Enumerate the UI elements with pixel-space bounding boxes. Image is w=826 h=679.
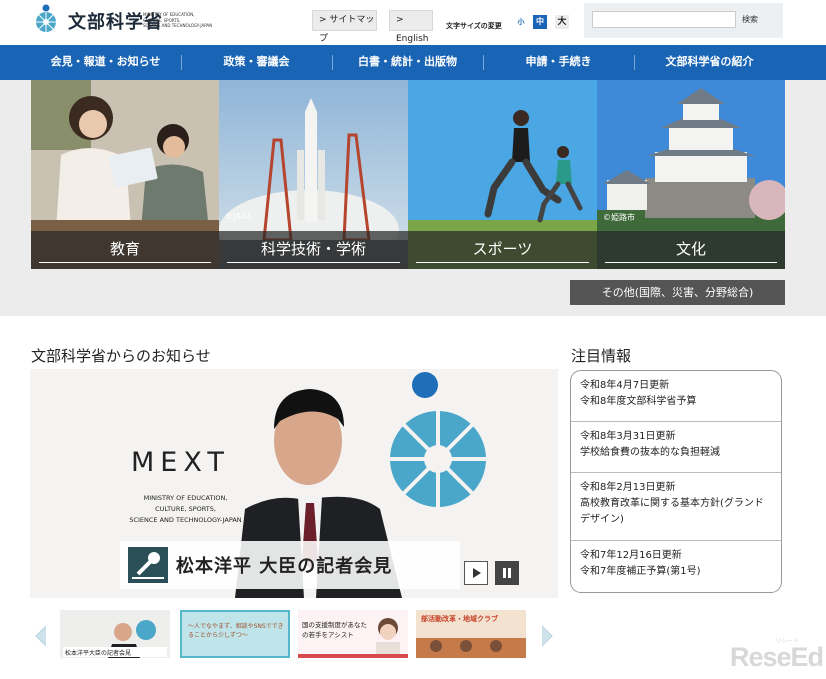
carousel-thumb-consult[interactable]: ～人でなやまず、相談やSNSでできることから少しずつ～: [180, 610, 290, 658]
font-size-small-button[interactable]: 小: [514, 15, 528, 29]
carousel-next-arrow-icon[interactable]: [540, 624, 554, 648]
focus-list: 令和8年4月7日更新 令和8年度文部科学省予算 令和8年3月31日更新 学校給食…: [570, 370, 782, 593]
play-icon: [473, 568, 481, 578]
focus-item-link[interactable]: 令和8年度文部科学省予算: [580, 394, 772, 410]
focus-item-link[interactable]: 令和7年度補正予算(第1号): [580, 564, 772, 580]
focus-item[interactable]: 令和8年2月13日更新 高校教育改革に関する基本方針(グランドデザイン): [571, 473, 781, 535]
news-section-title: 文部科学省からのお知らせ: [31, 347, 211, 365]
english-link[interactable]: > English: [389, 10, 433, 44]
tile-culture[interactable]: ©姫路市 文化: [597, 80, 785, 269]
press-title: 松本洋平 大臣の記者会見: [176, 556, 393, 577]
tile-label: 文化: [597, 231, 785, 269]
thumb-caption: 松本洋平大臣の記者会見: [65, 650, 132, 657]
microphone-icon: [128, 547, 168, 583]
play-button[interactable]: [464, 561, 488, 585]
logo-subtitle: MINISTRY OF EDUCATION, CULTURE, SPORTS, …: [143, 12, 213, 28]
nav-item-procedures[interactable]: 申請・手続き: [483, 45, 634, 80]
focus-item[interactable]: 令和8年3月31日更新 学校給食費の抜本的な負担軽減: [571, 422, 781, 468]
pause-icon: [503, 568, 511, 578]
font-size-medium-button[interactable]: 中: [533, 15, 547, 29]
global-nav: 会見・報道・お知らせ 政策・審議会 白書・統計・出版物 申請・手続き 文部科学省…: [0, 45, 826, 80]
mext-subtitle: MINISTRY OF EDUCATION, CULTURE, SPORTS, …: [129, 494, 242, 524]
focus-section-title: 注目情報: [571, 347, 632, 365]
font-size-large-button[interactable]: 大: [555, 15, 569, 29]
nav-item-about[interactable]: 文部科学省の紹介: [634, 45, 785, 80]
news-carousel-slide[interactable]: MEXT MINISTRY OF EDUCATION, CULTURE, SPO…: [30, 369, 558, 598]
search-button[interactable]: 検索: [739, 11, 761, 28]
site-logo[interactable]: 文部科学省 MINISTRY OF EDUCATION, CULTURE, SP…: [31, 2, 261, 40]
focus-item-date: 令和8年2月13日更新: [580, 482, 676, 493]
carousel-thumb-support[interactable]: 国の支援制度があなたの若手をアシスト: [298, 610, 408, 658]
tile-label: スポーツ: [408, 231, 597, 269]
nav-item-policy[interactable]: 政策・審議会: [181, 45, 332, 80]
tile-education[interactable]: 教育: [31, 80, 219, 269]
search-input[interactable]: [592, 11, 736, 28]
focus-item-date: 令和7年12月16日更新: [580, 550, 682, 561]
focus-item[interactable]: 令和7年12月16日更新 令和7年度補正予算(第1号): [571, 541, 781, 587]
focus-item-date: 令和8年3月31日更新: [580, 431, 676, 442]
font-size-label: 文字サイズの変更: [446, 22, 502, 30]
photo-credit: ©JAXA: [225, 212, 252, 221]
category-hero: 教育 ©JAXA 科学技術・学術 スポーツ ©姫路市 文化 その他(国際、災害、…: [0, 80, 826, 316]
other-categories-button[interactable]: その他(国際、災害、分野総合): [570, 280, 785, 305]
thumb-caption: ～人でなやまず、相談やSNSでできることから少しずつ～: [188, 623, 284, 639]
carousel-prev-arrow-icon[interactable]: [34, 624, 48, 648]
thumb-caption: 国の支援制度があなたの若手をアシスト: [302, 621, 367, 639]
tile-label: 科学技術・学術: [219, 231, 408, 269]
search-area: 検索: [584, 3, 783, 38]
photo-credit: ©姫路市: [603, 213, 635, 222]
tile-sports[interactable]: スポーツ: [408, 80, 597, 269]
focus-item[interactable]: 令和8年4月7日更新 令和8年度文部科学省予算: [571, 371, 781, 417]
focus-item-date: 令和8年4月7日更新: [580, 380, 670, 391]
site-header: 文部科学省 MINISTRY OF EDUCATION, CULTURE, SP…: [0, 0, 826, 45]
mext-logo: MEXT: [131, 447, 230, 478]
pause-button[interactable]: [495, 561, 519, 585]
focus-item-link[interactable]: 学校給食費の抜本的な負担軽減: [580, 445, 772, 461]
tile-label: 教育: [31, 231, 219, 269]
nav-item-press[interactable]: 会見・報道・お知らせ: [30, 45, 181, 80]
press-banner: 松本洋平 大臣の記者会見: [120, 541, 460, 589]
carousel-thumb-club[interactable]: 部活動改革・地域クラブ: [416, 610, 526, 658]
carousel-thumb-press[interactable]: 松本洋平大臣の記者会見: [60, 610, 170, 658]
thumb-caption: 部活動改革・地域クラブ: [421, 615, 498, 623]
focus-item-link[interactable]: 高校教育改革に関する基本方針(グランドデザイン): [580, 496, 772, 528]
nav-item-publications[interactable]: 白書・統計・出版物: [332, 45, 483, 80]
tile-science[interactable]: ©JAXA 科学技術・学術: [219, 80, 408, 269]
sitemap-link[interactable]: > サイトマップ: [312, 10, 377, 44]
logo-emblem-icon: [36, 4, 56, 32]
resed-watermark: ReseEd: [730, 642, 824, 672]
